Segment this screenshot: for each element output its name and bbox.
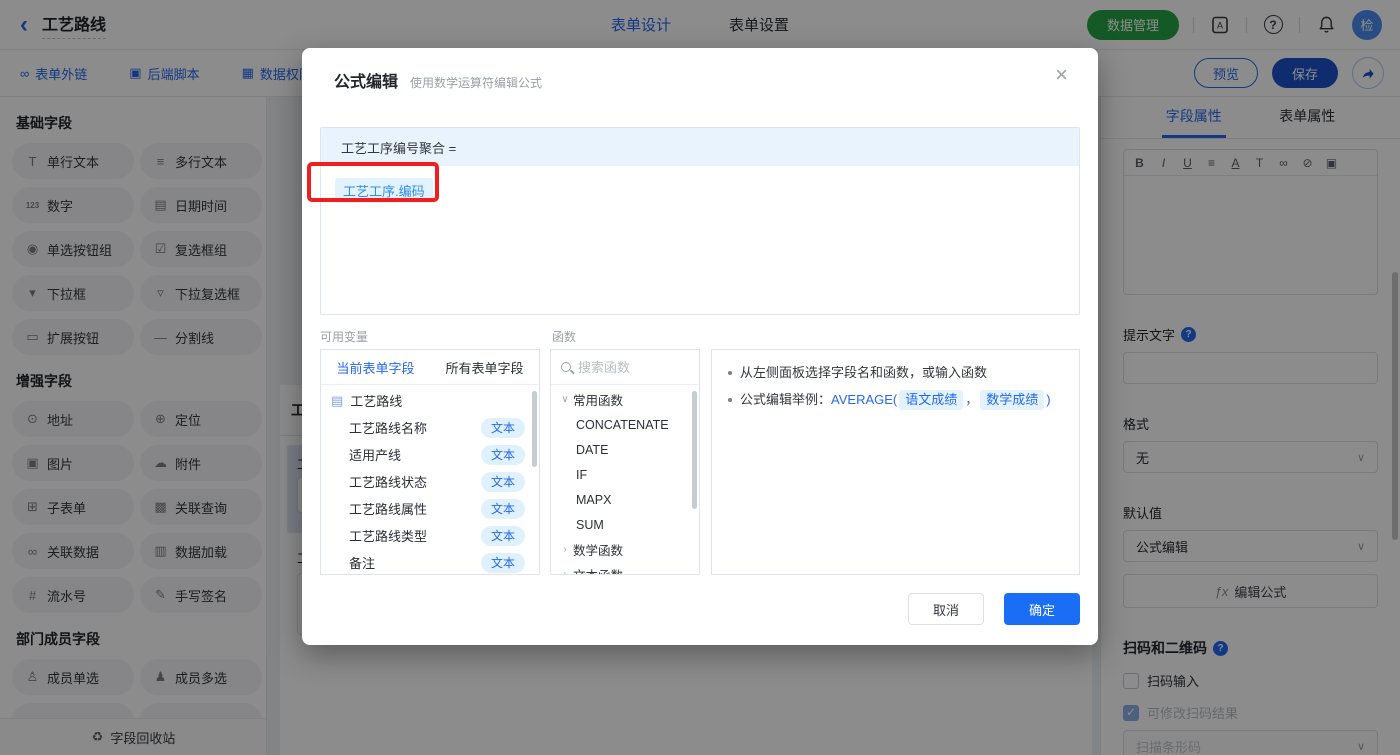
function-search-input[interactable] [578, 359, 689, 375]
close-icon[interactable]: × [1055, 64, 1068, 86]
cancel-button[interactable]: 取消 [908, 593, 984, 625]
func-item[interactable]: CONCATENATE [551, 412, 699, 437]
formula-editor: 工艺工序编号聚合 = 工艺工序.编码 [320, 127, 1080, 315]
tree-field[interactable]: 备注 文本 [321, 549, 539, 574]
document-icon: ▤ [331, 392, 344, 408]
example-field-tag: 语文成绩 [899, 390, 964, 410]
functions-label: 函数 [552, 330, 577, 344]
tree-field[interactable]: 工艺路线名称 文本 [321, 414, 539, 441]
bullet-icon [728, 398, 732, 402]
func-item[interactable]: SUM [551, 512, 699, 537]
example-field-tag: 数学成绩 [980, 390, 1045, 410]
tip-line: 从左侧面板选择字段名和函数，或输入函数 [728, 363, 1063, 383]
tree-field[interactable]: 工艺路线属性 文本 [321, 495, 539, 522]
formula-input-area[interactable]: 工艺工序.编码 [321, 166, 1079, 314]
func-item[interactable]: IF [551, 462, 699, 487]
func-group-math[interactable]: › 数学函数 [551, 537, 699, 562]
help-panel: 从左侧面板选择字段名和函数，或输入函数 公式编辑举例：AVERAGE(语文成绩，… [711, 349, 1080, 575]
tab-current-form-fields[interactable]: 当前表单字段 [321, 350, 430, 384]
variables-tabs: 当前表单字段 所有表单字段 [321, 350, 539, 385]
confirm-button[interactable]: 确定 [1004, 593, 1080, 625]
modal-subtitle: 使用数学运算符编辑公式 [410, 76, 543, 90]
tree-field[interactable]: 适用产线 文本 [321, 441, 539, 468]
type-badge: 文本 [481, 525, 525, 546]
function-tree: ∨ 常用函数 CONCATENATE DATE IF MAPX SUM › 数学函数… [551, 385, 699, 575]
function-search [551, 350, 699, 385]
chevron-expanded-icon: ∨ [561, 394, 569, 405]
modal-header: 公式编辑 使用数学运算符编辑公式 [302, 48, 1098, 92]
func-item[interactable]: MAPX [551, 487, 699, 512]
func-item[interactable]: DATE [551, 437, 699, 462]
modal-footer: 取消 确定 [908, 593, 1080, 625]
formula-target: 工艺工序编号聚合 = [321, 128, 1079, 166]
functions-scrollbar[interactable] [692, 391, 697, 509]
func-group-text[interactable]: ›文本函数 [551, 562, 699, 575]
bullet-icon [728, 371, 732, 375]
type-badge: 文本 [481, 444, 525, 465]
tip-example-line: 公式编辑举例：AVERAGE(语文成绩，数学成绩) [728, 390, 1063, 410]
type-badge: 文本 [481, 552, 525, 573]
type-badge: 文本 [481, 417, 525, 438]
search-icon [561, 362, 571, 372]
tab-all-form-fields[interactable]: 所有表单字段 [430, 350, 539, 384]
field-tree: ▤ 工艺路线 工艺路线名称 文本 适用产线 文本 工艺路线状态 文本 工艺路线属性 文本 … [321, 385, 539, 574]
variables-scrollbar[interactable] [532, 391, 537, 467]
chevron-collapsed-icon: › [563, 544, 567, 555]
functions-panel: ∨常用函数 CONCATENATE DATE IF MAPX SUM ›数学函数… [550, 349, 700, 575]
chevron-collapsed-icon: › [563, 569, 567, 575]
tree-root[interactable]: ▤ 工艺路线 [321, 387, 539, 414]
tree-field[interactable]: 工艺路线状态 文本 [321, 468, 539, 495]
formula-field-tag[interactable]: 工艺工序.编码 [335, 178, 433, 203]
variables-label: 可用变量 [320, 330, 369, 344]
variables-panel: 当前表单字段 所有表单字段 ▤ 工艺路线 工艺路线名称 文本 适用产线 文本 工艺路线… [320, 349, 540, 575]
formula-editor-modal: 公式编辑 使用数学运算符编辑公式 × 工艺工序编号聚合 = 工艺工序.编码 可用… [302, 48, 1098, 645]
type-badge: 文本 [481, 498, 525, 519]
panel-labels: 可用变量 函数 [320, 328, 1080, 344]
func-group-common[interactable]: ∨ 常用函数 [551, 387, 699, 412]
type-badge: 文本 [481, 471, 525, 492]
tree-field[interactable]: 工艺路线类型 文本 [321, 522, 539, 549]
modal-title: 公式编辑 [334, 74, 399, 91]
